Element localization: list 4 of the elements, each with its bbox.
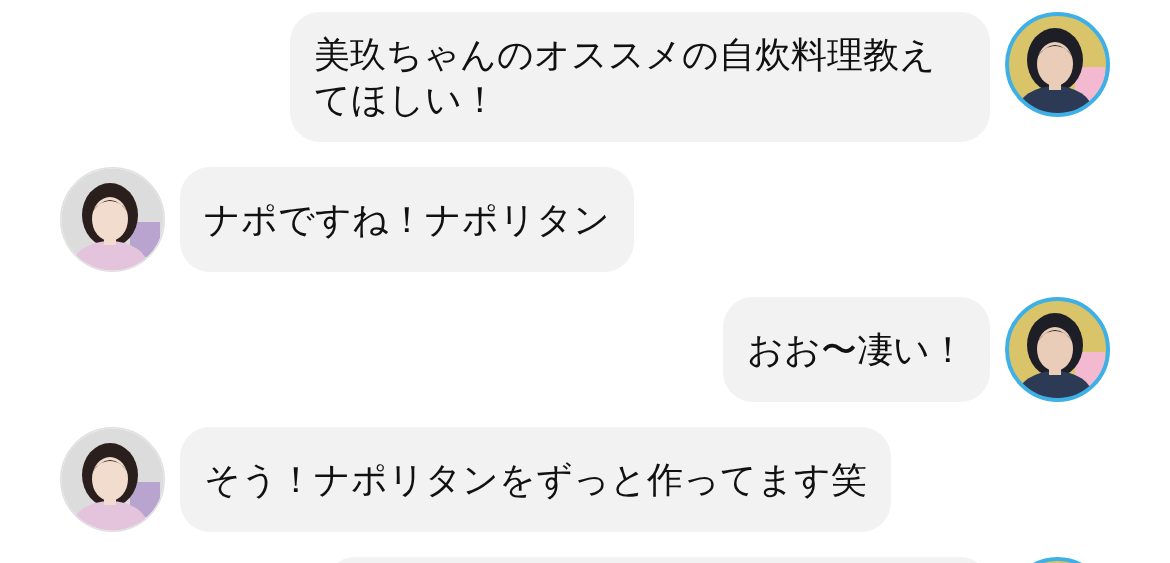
message-bubble: おお〜凄い！ bbox=[723, 297, 990, 402]
message-bubble: そう！ナポリタンをずっと作ってます笑 bbox=[180, 427, 891, 532]
message-bubble: 美玖ちゃんのオススメの自炊料理教えてほしい！ bbox=[290, 12, 990, 142]
message-bubble: ナポですね！ナポリタン bbox=[180, 167, 634, 272]
